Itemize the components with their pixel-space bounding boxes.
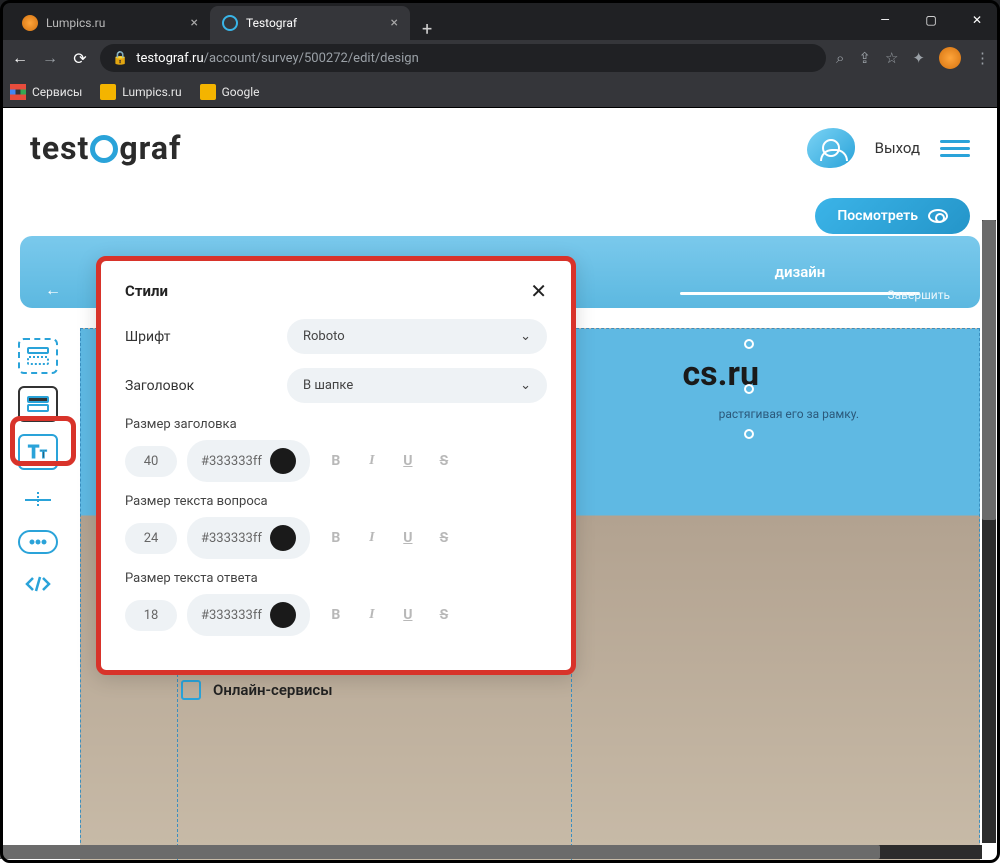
strike-button[interactable]: S	[436, 530, 452, 546]
profile-avatar[interactable]	[939, 47, 961, 69]
color-input[interactable]: #333333ff	[187, 440, 310, 482]
key-icon[interactable]: ⌕	[836, 49, 844, 67]
nav-back-icon[interactable]: ←	[45, 280, 61, 300]
section-label: Размер текста ответа	[125, 571, 547, 586]
preview-button[interactable]: Посмотреть	[815, 198, 970, 234]
tool-layout[interactable]	[18, 338, 58, 374]
bookmark-services[interactable]: Сервисы	[10, 84, 82, 100]
font-select[interactable]: Roboto ⌄	[287, 319, 547, 354]
share-icon[interactable]: ⇪	[858, 49, 871, 67]
resize-handle[interactable]	[744, 384, 754, 394]
menu-button[interactable]	[940, 140, 970, 157]
bold-button[interactable]: B	[328, 530, 344, 546]
resize-handle[interactable]	[744, 429, 754, 439]
favicon-icon	[222, 15, 238, 31]
close-window-button[interactable]: ✕	[954, 0, 1000, 40]
checkbox-icon[interactable]	[181, 680, 201, 700]
panel-title: Стили	[125, 282, 168, 300]
underline-button[interactable]: U	[400, 453, 416, 469]
italic-button[interactable]: I	[364, 607, 380, 623]
site-logo[interactable]: testgraf	[30, 129, 181, 167]
back-button[interactable]: ←	[10, 48, 30, 68]
maximize-button[interactable]: ▢	[908, 0, 954, 40]
color-input[interactable]: #333333ff	[187, 594, 310, 636]
chevron-down-icon: ⌄	[520, 378, 531, 393]
close-icon[interactable]: ×	[191, 15, 198, 31]
tool-button[interactable]	[18, 530, 58, 554]
bookmark-lumpics[interactable]: Lumpics.ru	[100, 84, 181, 100]
bold-button[interactable]: B	[328, 607, 344, 623]
size-input[interactable]: 40	[125, 446, 177, 477]
color-swatch	[270, 525, 296, 551]
close-icon[interactable]: ✕	[530, 279, 547, 303]
address-bar[interactable]: 🔒 testograf.ru/account/survey/500272/edi…	[100, 44, 826, 72]
chevron-down-icon: ⌄	[520, 329, 531, 344]
tool-header[interactable]	[18, 386, 58, 422]
folder-icon	[200, 84, 216, 100]
svg-text:T: T	[40, 448, 47, 461]
minimize-button[interactable]: —	[862, 0, 908, 40]
browser-tab-testograf[interactable]: Testograf ×	[210, 6, 410, 40]
underline-button[interactable]: U	[400, 530, 416, 546]
lock-icon: 🔒	[112, 51, 128, 66]
star-icon[interactable]: ☆	[885, 49, 898, 67]
strike-button[interactable]: S	[436, 607, 452, 623]
color-input[interactable]: #333333ff	[187, 517, 310, 559]
section-label: Размер текста вопроса	[125, 494, 547, 509]
font-label: Шрифт	[125, 329, 275, 345]
bookmark-google[interactable]: Google	[200, 84, 260, 100]
logo-o-icon	[90, 135, 118, 163]
header-position-label: Заголовок	[125, 378, 275, 394]
reload-button[interactable]: ⟳	[70, 49, 90, 68]
size-input[interactable]: 18	[125, 600, 177, 631]
answer-option[interactable]: Онлайн-сервисы	[181, 672, 879, 708]
styles-panel: Стили ✕ Шрифт Roboto ⌄ Заголовок В шапке…	[96, 256, 576, 675]
color-swatch	[270, 448, 296, 474]
size-input[interactable]: 24	[125, 523, 177, 554]
horizontal-scrollbar[interactable]	[0, 845, 982, 859]
forward-button[interactable]: →	[40, 48, 60, 68]
extensions-icon[interactable]: ✦	[912, 49, 925, 67]
tab-title: Lumpics.ru	[46, 16, 105, 30]
menu-icon[interactable]: ⋮	[975, 49, 990, 67]
vertical-scrollbar[interactable]	[982, 220, 996, 843]
apps-icon	[10, 84, 26, 100]
user-icon	[822, 139, 840, 157]
tab-title: Testograf	[246, 16, 297, 30]
canvas-hint: растягивая его за рамку.	[719, 407, 859, 421]
url-domain: testograf.ru	[136, 51, 203, 66]
tool-typography[interactable]: TT	[18, 434, 58, 470]
user-avatar-button[interactable]	[807, 128, 855, 168]
underline-button[interactable]: U	[400, 607, 416, 623]
nav-finish-link[interactable]: Завершить	[887, 288, 950, 302]
strike-button[interactable]: S	[436, 453, 452, 469]
favicon-icon	[22, 15, 38, 31]
resize-handle[interactable]	[744, 339, 754, 349]
header-position-select[interactable]: В шапке ⌄	[287, 368, 547, 403]
svg-text:T: T	[28, 442, 39, 462]
browser-tab-lumpics[interactable]: Lumpics.ru ×	[10, 6, 210, 40]
new-tab-button[interactable]: +	[410, 19, 444, 40]
italic-button[interactable]: I	[364, 530, 380, 546]
section-label: Размер заголовка	[125, 417, 547, 432]
url-path: /account/survey/500272/edit/design	[204, 51, 419, 66]
eye-icon	[928, 209, 948, 223]
close-icon[interactable]: ×	[391, 15, 398, 31]
tool-code[interactable]	[18, 566, 58, 602]
italic-button[interactable]: I	[364, 453, 380, 469]
bold-button[interactable]: B	[328, 453, 344, 469]
tool-spacing[interactable]	[18, 482, 58, 518]
nav-tab-design[interactable]: дизайн	[650, 263, 950, 281]
color-swatch	[270, 602, 296, 628]
logout-link[interactable]: Выход	[875, 139, 920, 157]
folder-icon	[100, 84, 116, 100]
